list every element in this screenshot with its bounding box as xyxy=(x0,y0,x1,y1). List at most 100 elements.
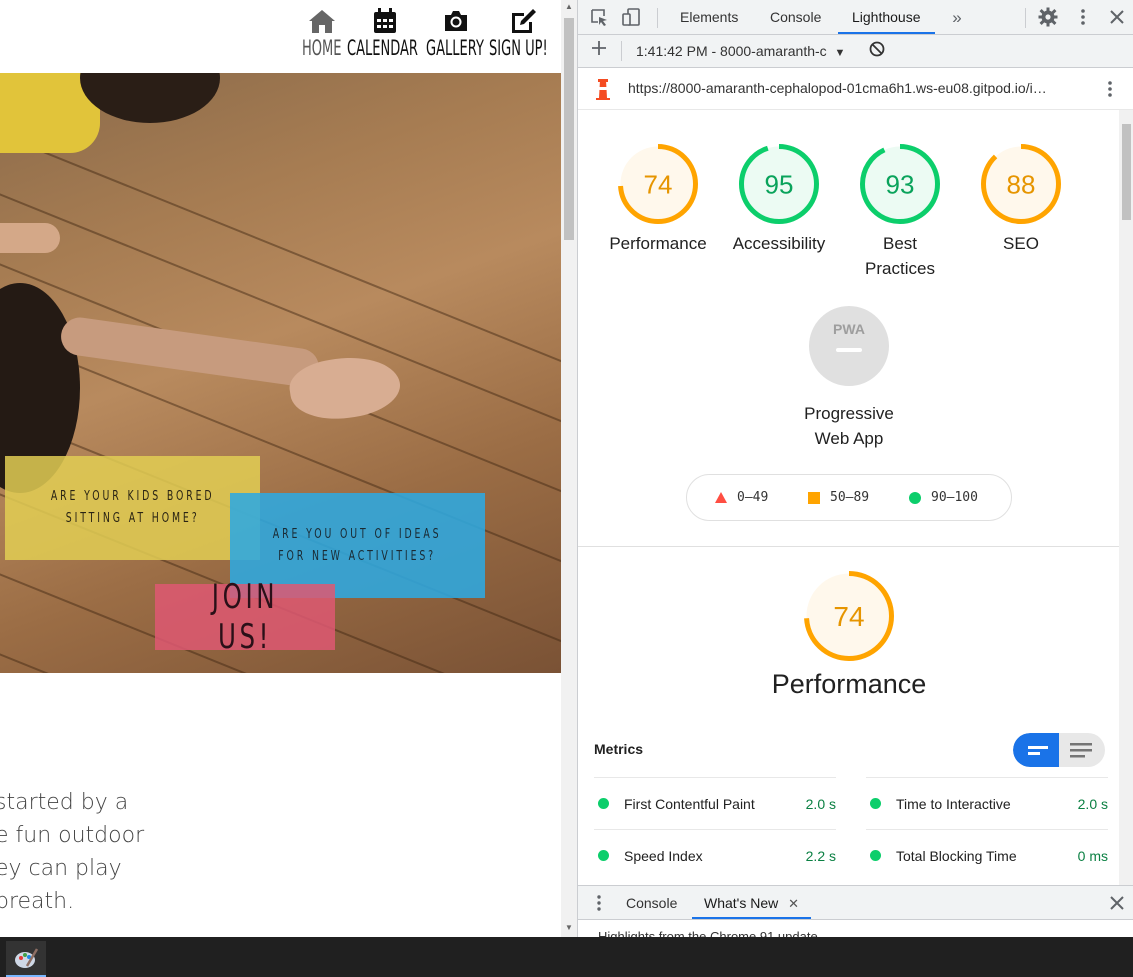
edit-icon xyxy=(512,9,536,33)
intro-line: e fun outdoor xyxy=(0,823,145,848)
scroll-down-arrow[interactable]: ▼ xyxy=(561,921,577,935)
hero-child-hair-top xyxy=(80,73,220,123)
gauge-score: 93 xyxy=(886,169,915,199)
gauge-score: 74 xyxy=(644,169,673,199)
legend-square-icon xyxy=(808,491,820,504)
clear-reports-icon[interactable] xyxy=(866,40,888,62)
nav-gallery-label: GALLERY xyxy=(426,36,484,60)
pwa-badge-text: PWA xyxy=(833,321,865,337)
toggle-expanded-view[interactable] xyxy=(1059,733,1105,767)
device-toolbar-icon[interactable] xyxy=(620,7,642,29)
legend-triangle-icon xyxy=(715,492,727,503)
calendar-icon xyxy=(373,8,396,33)
metric-name: Total Blocking Time xyxy=(896,848,1017,864)
compact-view-icon xyxy=(1028,746,1048,755)
pwa-label-line1: Progressive xyxy=(804,404,894,423)
screen: HOME CALENDAR GALLERY SIGN UP! ARE YOUR … xyxy=(0,0,1133,977)
gauge-score: 95 xyxy=(765,169,794,199)
dropdown-arrow-icon: ▼ xyxy=(834,47,846,59)
metric-value: 2.0 s xyxy=(1077,796,1108,812)
website-scroll-thumb[interactable] xyxy=(564,18,574,240)
hero-child-arm xyxy=(58,315,322,389)
banner-kids-text: ARE YOUR KIDS BORED SITTING AT HOME? xyxy=(50,489,215,526)
tab-console[interactable]: Console xyxy=(756,0,835,34)
inspect-element-icon[interactable] xyxy=(588,7,610,29)
gauge-performance[interactable]: 74 Performance xyxy=(608,143,708,256)
metric-speed-index: Speed Index 2.2 s xyxy=(594,829,836,881)
devtools-tabbar: Elements Console Lighthouse » xyxy=(578,0,1133,35)
score-gauge: 95 xyxy=(739,144,819,224)
tab-lighthouse[interactable]: Lighthouse xyxy=(838,0,935,34)
close-drawer-icon[interactable] xyxy=(1108,894,1126,912)
devtools-drawer: Console What's New ✕ Highlights from the… xyxy=(578,885,1133,944)
new-report-plus-icon[interactable] xyxy=(588,40,610,62)
intro-paragraph: started by a e fun outdoor ey can play b… xyxy=(0,786,200,918)
score-gauge: 93 xyxy=(860,144,940,224)
banner-ideas-text: ARE YOU OUT OF IDEAS FOR NEW ACTIVITIES? xyxy=(273,526,442,564)
close-devtools-icon[interactable] xyxy=(1106,7,1128,29)
gauge-accessibility[interactable]: 95 Accessibility xyxy=(729,143,829,256)
drawer-tabbar: Console What's New ✕ xyxy=(578,886,1133,920)
intro-line: breath. xyxy=(0,889,75,914)
more-options-icon[interactable] xyxy=(1072,7,1094,29)
join-us-label: JOIN US! xyxy=(211,577,279,657)
settings-gear-icon[interactable] xyxy=(1037,7,1059,29)
pass-dot-icon xyxy=(598,850,609,861)
scroll-up-arrow[interactable]: ▲ xyxy=(561,0,577,14)
more-tabs-icon[interactable]: » xyxy=(946,7,968,29)
legend-average-range: 50–89 xyxy=(830,490,870,505)
gauge-score: 74 xyxy=(833,601,864,632)
toggle-compact-view[interactable] xyxy=(1013,733,1059,767)
gauge-label: Performance xyxy=(609,234,707,253)
expanded-view-icon xyxy=(1070,743,1092,758)
lighthouse-report: 74 Performance 95 Accessibility 93 Best Practi… xyxy=(578,110,1119,885)
url-menu-icon[interactable] xyxy=(1100,79,1120,99)
pwa-gauge[interactable]: PWA Progressive Web App xyxy=(789,305,909,451)
join-us-button[interactable]: JOIN US! xyxy=(155,577,335,657)
pwa-badge-icon: PWA xyxy=(809,306,889,386)
gauge-seo[interactable]: 88 SEO xyxy=(971,143,1071,256)
metric-first-contentful-paint: First Contentful Paint 2.0 s xyxy=(594,777,836,829)
report-scrollbar[interactable] xyxy=(1119,110,1133,885)
metric-name: First Contentful Paint xyxy=(624,796,755,812)
home-icon xyxy=(309,10,335,33)
website-scrollbar[interactable]: ▲ ▼ xyxy=(561,0,577,937)
metric-total-blocking-time: Total Blocking Time 0 ms xyxy=(866,829,1108,881)
nav-signup-link[interactable]: SIGN UP! xyxy=(489,6,559,60)
performance-section-title: Performance xyxy=(771,669,927,699)
report-url[interactable]: https://8000-amaranth-cephalopod-01cma6h… xyxy=(628,80,1047,96)
metric-value: 2.0 s xyxy=(805,796,836,812)
nav-signup-label: SIGN UP! xyxy=(489,36,548,60)
gauge-label-line2: Practices xyxy=(865,259,935,278)
nav-calendar-link[interactable]: CALENDAR xyxy=(347,6,422,60)
report-selector[interactable]: 1:41:42 PM - 8000-amaranth-c ▼ xyxy=(636,43,856,59)
tab-elements[interactable]: Elements xyxy=(666,0,752,34)
intro-line: started by a xyxy=(0,790,129,815)
close-tab-icon[interactable]: ✕ xyxy=(788,896,799,911)
performance-section-gauge: 74 Performance xyxy=(749,570,949,699)
gauge-best[interactable]: 93 Best Practices xyxy=(850,143,950,281)
drawer-tab-whats-new-label: What's New xyxy=(704,895,779,911)
taskbar-app-paint-icon[interactable] xyxy=(6,941,46,977)
drawer-menu-icon[interactable] xyxy=(590,894,608,912)
banner-kids-bored: ARE YOUR KIDS BORED SITTING AT HOME? xyxy=(5,456,260,560)
nav-gallery-link[interactable]: GALLERY xyxy=(426,6,486,60)
report-scroll-thumb[interactable] xyxy=(1122,124,1131,220)
legend-average: 50–89 xyxy=(808,490,869,505)
devtools-panel: Elements Console Lighthouse » 1:41:42 PM… xyxy=(577,0,1133,944)
drawer-tab-whats-new[interactable]: What's New ✕ xyxy=(692,886,812,919)
metrics-heading: Metrics xyxy=(594,741,644,757)
metric-value: 2.2 s xyxy=(805,848,836,864)
gauge-label: Accessibility xyxy=(732,234,826,253)
legend-fail: 0–49 xyxy=(715,490,768,505)
nav-home-link[interactable]: HOME xyxy=(302,6,342,60)
gauge-label: Best xyxy=(882,234,918,253)
metric-name: Speed Index xyxy=(624,848,703,864)
pwa-label-line2: Web App xyxy=(814,429,884,448)
nav-home-label: HOME xyxy=(302,36,342,60)
drawer-tab-console[interactable]: Console xyxy=(614,886,689,919)
gauge-score: 88 xyxy=(1007,169,1036,199)
metrics-view-toggle[interactable] xyxy=(1013,733,1105,767)
report-url-bar: https://8000-amaranth-cephalopod-01cma6h… xyxy=(578,68,1133,110)
legend-pass: 90–100 xyxy=(909,490,978,505)
